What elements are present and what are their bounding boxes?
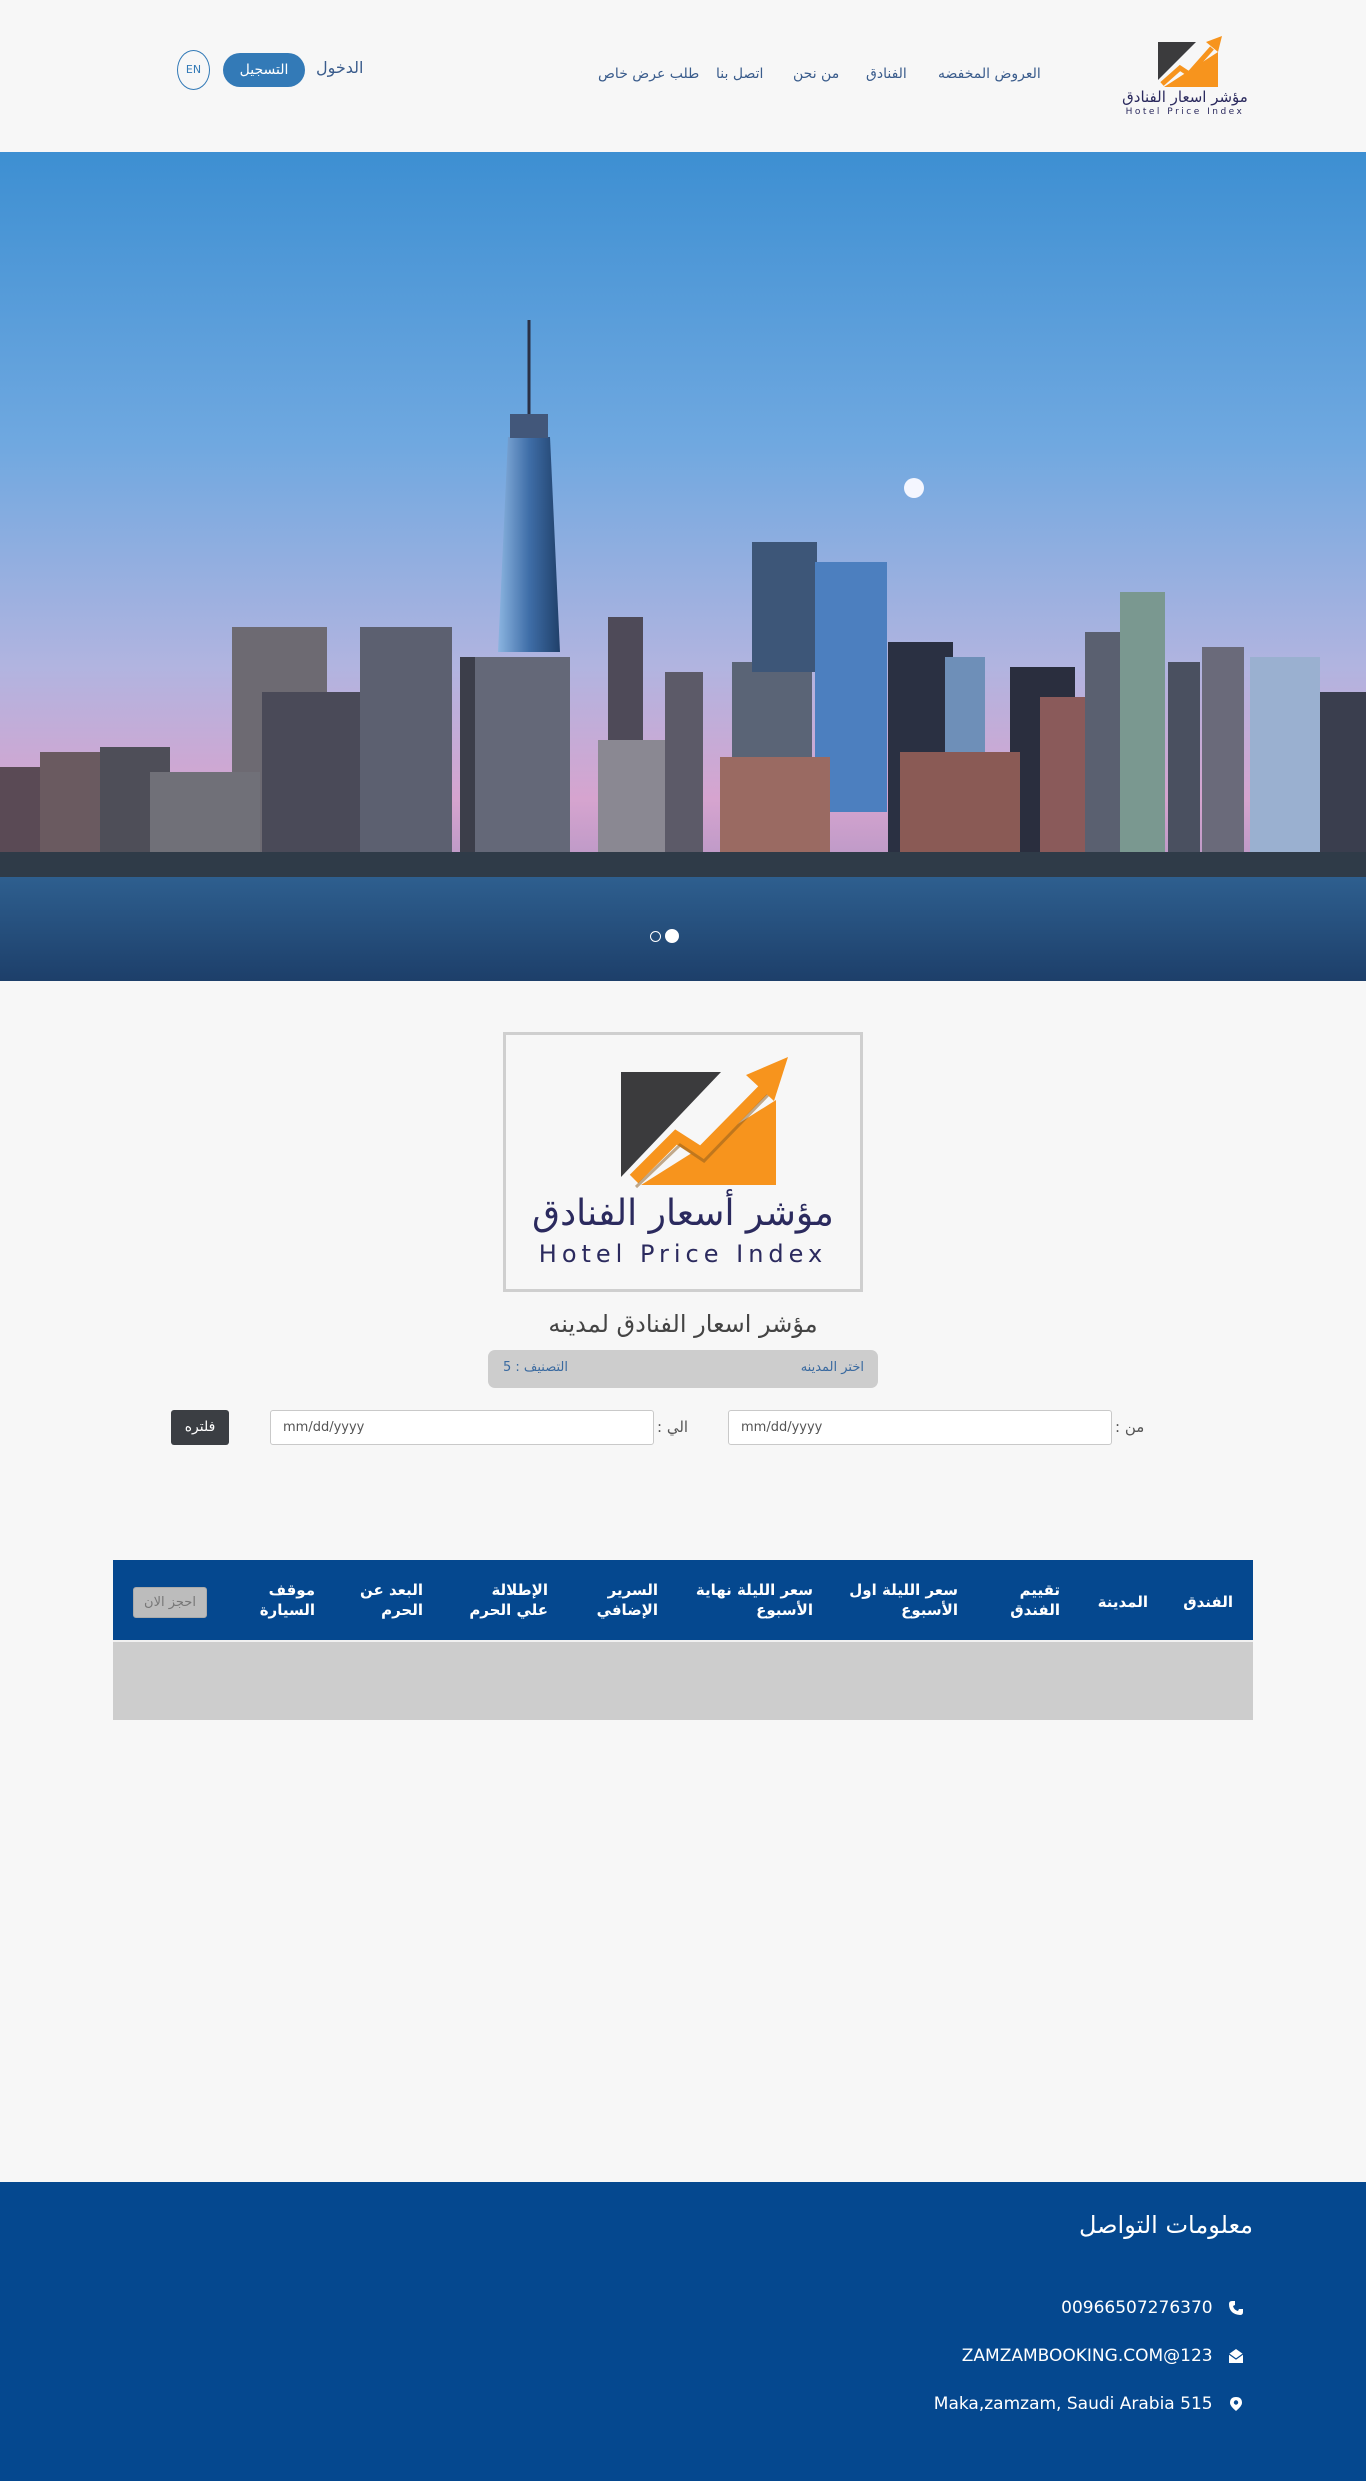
date-to-input[interactable]: mm/dd/yyyy	[270, 1410, 654, 1445]
column-haram-distance: البعد عن الحرم	[360, 1581, 423, 1619]
rating-label: التصنيف : 5	[503, 1360, 568, 1375]
login-link[interactable]: الدخول	[316, 58, 364, 77]
nav-about[interactable]: من نحن	[793, 66, 839, 86]
brand-logo-panel: مؤشر أسعار الفنادق Hotel Price Index	[503, 1032, 863, 1292]
logo-text-ar: مؤشر اسعار الفنادق	[1122, 88, 1248, 106]
footer-title: معلومات التواصل	[1078, 2211, 1253, 2239]
column-rating: تقييم الفندق	[1010, 1581, 1060, 1619]
logo-text-en: Hotel Price Index	[538, 1240, 828, 1268]
table-row-empty	[113, 1640, 1253, 1720]
book-now-button[interactable]: احجز الان	[133, 1587, 207, 1618]
register-button[interactable]: التسجيل	[223, 53, 305, 87]
email-address: ZAMZAMBOOKING.COM@123	[961, 2346, 1213, 2366]
column-first-night-price: سعر الليلة اول الأسبوع	[849, 1581, 958, 1619]
site-header: مؤشر اسعار الفنادق Hotel Price Index الع…	[0, 0, 1366, 152]
column-hotel: الفندق	[1183, 1593, 1233, 1611]
hotels-table: الفندق المدينة تقييم الفندق سعر الليلة ا…	[113, 1560, 1253, 1720]
column-parking: موقف السيارة	[259, 1581, 315, 1619]
slider-dot-active[interactable]	[665, 929, 679, 943]
city-select[interactable]: اختر المدينه	[801, 1360, 864, 1375]
column-haram-view: الإطلالة علي الحرم	[469, 1581, 548, 1619]
hero-skyline-image	[0, 152, 1366, 981]
date-from-label: من :	[1115, 1418, 1145, 1436]
site-footer: معلومات التواصل 00966507276370 ZAMZAMBOO…	[0, 2182, 1366, 2481]
contact-address: Maka,zamzam, Saudi Arabia 515	[934, 2394, 1244, 2418]
contact-email[interactable]: ZAMZAMBOOKING.COM@123	[962, 2346, 1244, 2370]
date-from-input[interactable]: mm/dd/yyyy	[728, 1410, 1112, 1445]
language-toggle-button[interactable]: EN	[177, 50, 210, 90]
nav-contact[interactable]: اتصل بنا	[716, 66, 763, 86]
envelope-open-icon	[1228, 2349, 1244, 2363]
contact-phone[interactable]: 00966507276370	[1061, 2298, 1244, 2322]
column-city: المدينة	[1097, 1593, 1148, 1611]
nav-hotels[interactable]: الفنادق	[866, 66, 907, 86]
logo-text-ar: مؤشر أسعار الفنادق	[532, 1193, 834, 1234]
column-extra-bed: السرير الإضافي	[596, 1581, 658, 1619]
column-weekend-price: سعر الليلة نهاية الأسبوع	[695, 1581, 813, 1619]
slider-dot[interactable]	[650, 931, 661, 942]
city-filter-bar: اختر المدينه التصنيف : 5	[488, 1350, 878, 1388]
nav-special-offer[interactable]: طلب عرض خاص	[598, 66, 699, 86]
phone-icon	[1229, 2301, 1243, 2315]
hero-slider	[0, 152, 1366, 981]
address-text: Maka,zamzam, Saudi Arabia 515	[933, 2394, 1213, 2414]
page-title: مؤشر اسعار الفنادق لمدينه	[548, 1310, 818, 1338]
date-to-label: الي :	[657, 1418, 689, 1436]
logo-chart-icon	[621, 1057, 788, 1189]
phone-number: 00966507276370	[1061, 2298, 1213, 2318]
map-marker-icon	[1230, 2397, 1242, 2411]
nav-offers[interactable]: العروض المخفضه	[938, 66, 1041, 86]
site-logo[interactable]: مؤشر اسعار الفنادق Hotel Price Index	[1120, 32, 1250, 122]
filter-button[interactable]: فلتره	[171, 1410, 229, 1445]
logo-chart-icon	[1158, 36, 1222, 87]
logo-text-en: Hotel Price Index	[1125, 107, 1245, 117]
table-header: الفندق المدينة تقييم الفندق سعر الليلة ا…	[113, 1560, 1253, 1640]
